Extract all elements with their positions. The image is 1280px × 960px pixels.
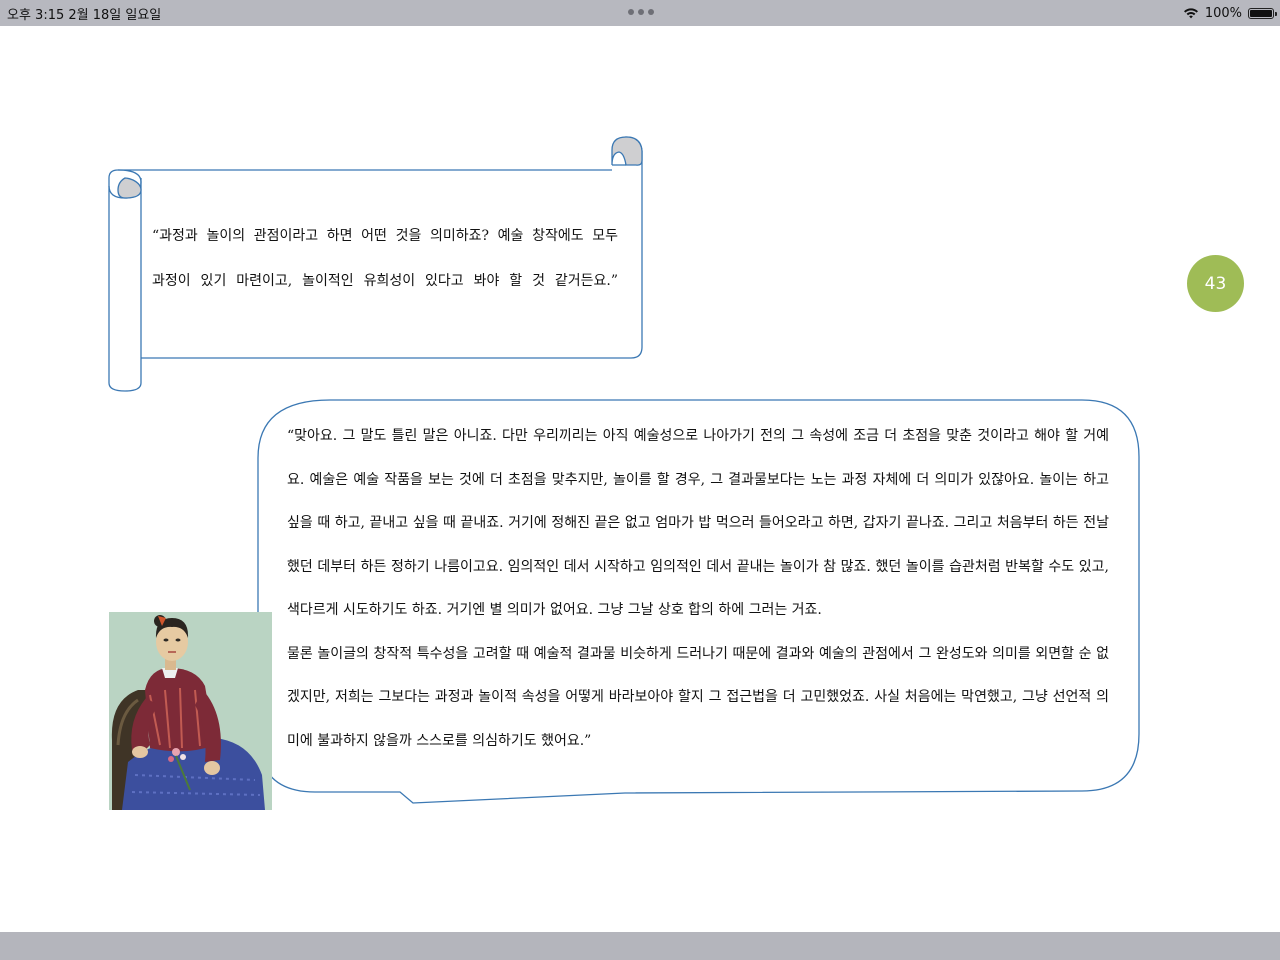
scroll-curl-left	[117, 177, 142, 199]
portrait-painting	[109, 612, 272, 810]
scroll-quote: “과정과 놀이의 관점이라고 하면 어떤 것을 의미하죠? 예술 창작에도 모두…	[152, 214, 618, 304]
scroll-curl-top-right	[611, 136, 643, 166]
bubble-paragraph-1: “맞아요. 그 말도 틀린 말은 아니죠. 다만 우리끼리는 아직 예술성으로 …	[287, 428, 1109, 618]
page-number-badge: 43	[1187, 255, 1244, 312]
bubble-paragraph-2: 물론 놀이글의 창작적 특수성을 고려할 때 예술적 결과물 비슷하게 드러나기…	[287, 645, 1109, 749]
scroll-quote-line-2: 과정이 있기 마련이고, 놀이적인 유희성이 있다고 봐야 할 것 같거든요.”	[152, 273, 618, 289]
scroll-quote-line-1: “과정과 놀이의 관점이라고 하면 어떤 것을 의미하죠? 예술 창작에도 모두	[152, 228, 618, 244]
bottom-bar	[0, 932, 1280, 960]
page-number: 43	[1204, 273, 1227, 294]
speech-bubble-text: “맞아요. 그 말도 틀린 말은 아니죠. 다만 우리끼리는 아직 예술성으로 …	[287, 415, 1109, 763]
